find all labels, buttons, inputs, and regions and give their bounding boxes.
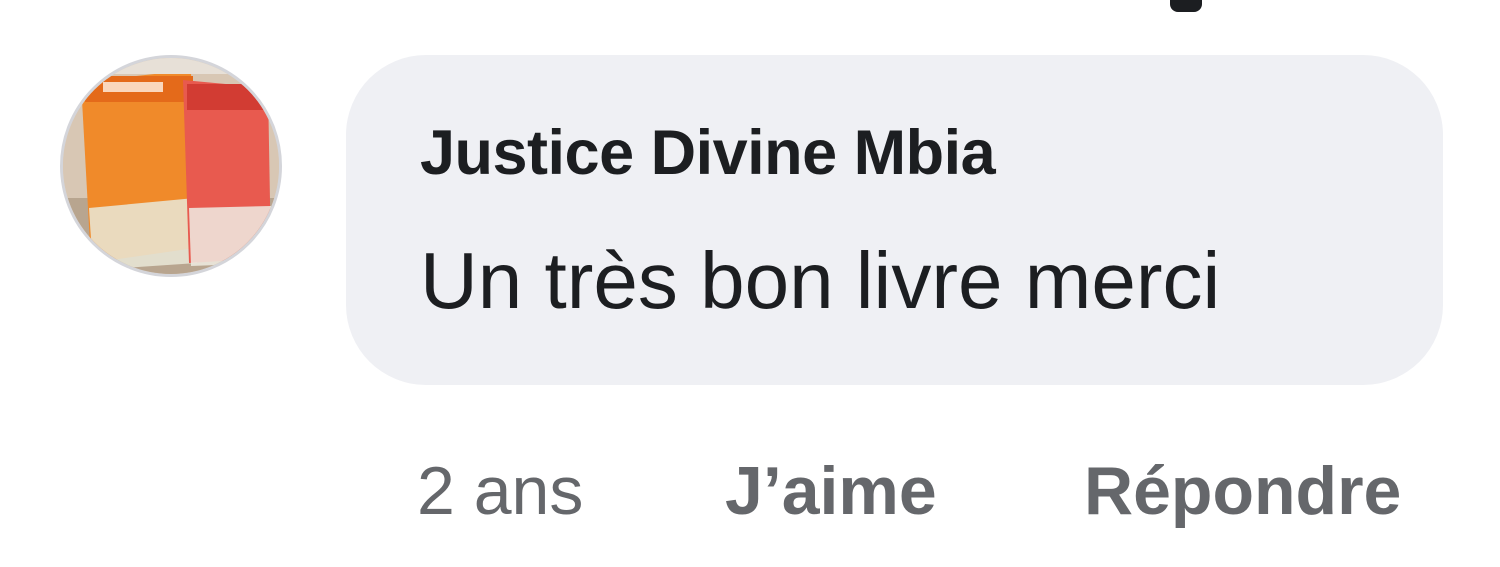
previous-element-fragment [1170, 0, 1202, 12]
comment-text: Un très bon livre merci [420, 236, 1221, 325]
reply-button[interactable]: Répondre [1084, 452, 1401, 530]
timestamp[interactable]: 2 ans [417, 452, 583, 530]
avatar[interactable] [60, 55, 282, 277]
comment-bubble: Justice Divine Mbia Un très bon livre me… [346, 55, 1443, 385]
comment-thread: Justice Divine Mbia Un très bon livre me… [0, 0, 1500, 567]
like-button[interactable]: J’aime [725, 452, 937, 530]
author-name[interactable]: Justice Divine Mbia [420, 117, 996, 189]
avatar-photo-icon [63, 58, 279, 274]
